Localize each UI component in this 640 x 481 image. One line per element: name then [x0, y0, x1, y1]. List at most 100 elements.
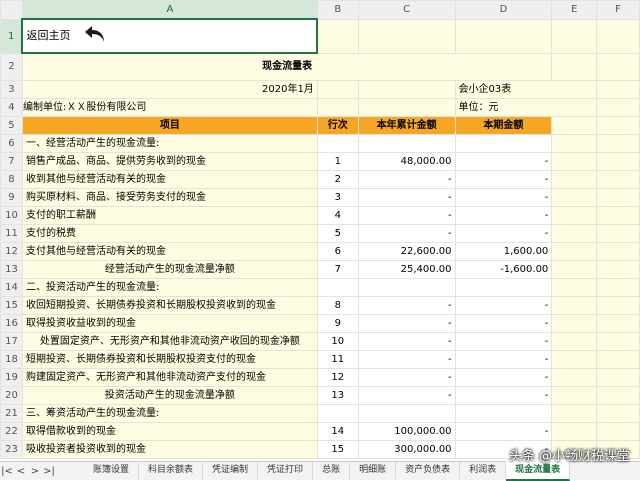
sheet-tab[interactable]: 明细账	[350, 461, 397, 479]
cell-ytd-amount[interactable]	[357, 277, 456, 297]
cell-empty[interactable]	[551, 313, 598, 333]
cell-ytd-amount[interactable]: 300,000.00	[357, 439, 456, 459]
cell-current-amount[interactable]: -	[454, 313, 553, 333]
next-sheet-icon[interactable]: >	[28, 466, 42, 477]
column-header-c[interactable]: C	[357, 0, 456, 20]
row-header[interactable]: 10	[0, 205, 23, 225]
cell-ytd-amount[interactable]: -	[357, 331, 456, 351]
cell-line[interactable]: 12	[316, 367, 359, 387]
cell-item[interactable]: 二、投资活动产生的现金流量:	[21, 277, 318, 297]
cell-item[interactable]: 收回短期投资、长期债券投资和长期股权投资收到的现金	[21, 295, 318, 315]
cell-empty[interactable]	[551, 331, 598, 351]
row-header[interactable]: 23	[0, 439, 23, 459]
cell-empty[interactable]	[551, 241, 598, 261]
cell-empty[interactable]	[551, 187, 598, 207]
row-header[interactable]: 21	[0, 403, 23, 423]
cell-empty[interactable]	[596, 403, 640, 423]
cell-empty[interactable]	[596, 151, 640, 171]
row-header[interactable]: 18	[0, 349, 23, 369]
cell-empty[interactable]	[596, 367, 640, 387]
cell-ytd-amount[interactable]: -	[357, 223, 456, 243]
cell-item[interactable]: 销售产成品、商品、提供劳务收到的现金	[21, 151, 318, 171]
sheet-tab[interactable]: 总账	[313, 461, 351, 479]
cell-line[interactable]: 2	[316, 169, 359, 189]
row-header[interactable]: 16	[0, 313, 23, 333]
sheet-tab[interactable]: 凭证打印	[258, 461, 314, 479]
cell-empty[interactable]	[596, 205, 640, 225]
cell-ytd-amount[interactable]	[357, 403, 456, 423]
cell-empty[interactable]	[596, 241, 640, 261]
cell-item[interactable]: 三、筹资活动产生的现金流量:	[21, 403, 318, 423]
cell-empty[interactable]	[596, 313, 640, 333]
cell-item[interactable]: 一、经营活动产生的现金流量:	[21, 133, 318, 153]
cell-ytd-amount[interactable]: 48,000.00	[357, 151, 456, 171]
cell-ytd-amount[interactable]	[357, 133, 456, 153]
row-header[interactable]: 4	[0, 97, 23, 117]
cell-empty[interactable]	[596, 277, 640, 297]
cell-line[interactable]: 15	[316, 439, 359, 459]
select-all-corner[interactable]	[0, 0, 23, 20]
cell-empty[interactable]	[551, 349, 598, 369]
row-header[interactable]: 9	[0, 187, 23, 207]
cell-line[interactable]: 6	[316, 241, 359, 261]
cell-current-amount[interactable]: 1,600.00	[454, 241, 553, 261]
row-header[interactable]: 2	[0, 52, 23, 81]
cell-ytd-amount[interactable]: -	[357, 187, 456, 207]
first-sheet-icon[interactable]: |<	[0, 466, 14, 477]
cell-current-amount[interactable]: -	[454, 205, 553, 225]
row-header[interactable]: 6	[0, 133, 23, 153]
row-header[interactable]: 17	[0, 331, 23, 351]
cell-line[interactable]: 1	[316, 151, 359, 171]
cell-current-amount[interactable]: -	[454, 349, 553, 369]
cell-empty[interactable]	[596, 259, 640, 279]
cell-empty[interactable]	[551, 259, 598, 279]
cell-item[interactable]: 支付的职工薪酬	[21, 205, 318, 225]
row-header[interactable]: 12	[0, 241, 23, 261]
sheet-tab[interactable]: 科目余额表	[139, 461, 204, 479]
cell-empty[interactable]	[596, 349, 640, 369]
cell-current-amount[interactable]	[454, 277, 553, 297]
column-header-d[interactable]: D	[454, 0, 553, 20]
last-sheet-icon[interactable]: >|	[42, 466, 56, 477]
row-header[interactable]: 22	[0, 421, 23, 441]
cell-empty[interactable]	[596, 187, 640, 207]
cell-item[interactable]: 吸收投资者投资收到的现金	[21, 439, 318, 459]
cell-item[interactable]: 投资活动产生的现金流量净额	[21, 385, 318, 405]
cell-empty[interactable]	[551, 295, 598, 315]
column-header-f[interactable]: F	[596, 0, 640, 20]
cell-line[interactable]: 11	[316, 349, 359, 369]
cell-current-amount[interactable]: -	[454, 187, 553, 207]
cell-empty[interactable]	[551, 151, 598, 171]
cell-ytd-amount[interactable]: -	[357, 205, 456, 225]
cell-ytd-amount[interactable]: -	[357, 295, 456, 315]
cell-line[interactable]	[316, 403, 359, 423]
cell-current-amount[interactable]: -	[454, 295, 553, 315]
cell-line[interactable]: 3	[316, 187, 359, 207]
cell-current-amount[interactable]: -	[454, 151, 553, 171]
row-header[interactable]: 3	[0, 79, 23, 99]
cell-item[interactable]: 收到其他与经营活动有关的现金	[21, 169, 318, 189]
row-header[interactable]: 5	[0, 115, 23, 135]
cell-empty[interactable]	[551, 403, 598, 423]
cell-empty[interactable]	[551, 385, 598, 405]
sheet-tab[interactable]: 资产负债表	[396, 461, 461, 479]
cell-empty[interactable]	[596, 295, 640, 315]
cell-ytd-amount[interactable]: 22,600.00	[357, 241, 456, 261]
cell-current-amount[interactable]: -	[454, 169, 553, 189]
cell-line[interactable]: 13	[316, 385, 359, 405]
spreadsheet[interactable]: A B C D E F 1 返回主页 2 现金流量表 3 2020年1月 会小企…	[0, 0, 640, 461]
row-header[interactable]: 7	[0, 151, 23, 171]
cell-line[interactable]: 10	[316, 331, 359, 351]
cell-ytd-amount[interactable]: -	[357, 385, 456, 405]
cell-empty[interactable]	[551, 205, 598, 225]
cell-item[interactable]: 支付其他与经营活动有关的现金	[21, 241, 318, 261]
cell-item[interactable]: 短期投资、长期债券投资和长期股权投资支付的现金	[21, 349, 318, 369]
column-header-a[interactable]: A	[21, 0, 318, 20]
sheet-tab[interactable]: 凭证编制	[203, 461, 259, 479]
cell-item[interactable]: 取得投资收益收到的现金	[21, 313, 318, 333]
cell-empty[interactable]	[596, 169, 640, 189]
cell-ytd-amount[interactable]: 100,000.00	[357, 421, 456, 441]
sheet-tab[interactable]: 现金流量表	[506, 461, 571, 481]
cell-current-amount[interactable]: -	[454, 385, 553, 405]
cell-empty[interactable]	[596, 223, 640, 243]
